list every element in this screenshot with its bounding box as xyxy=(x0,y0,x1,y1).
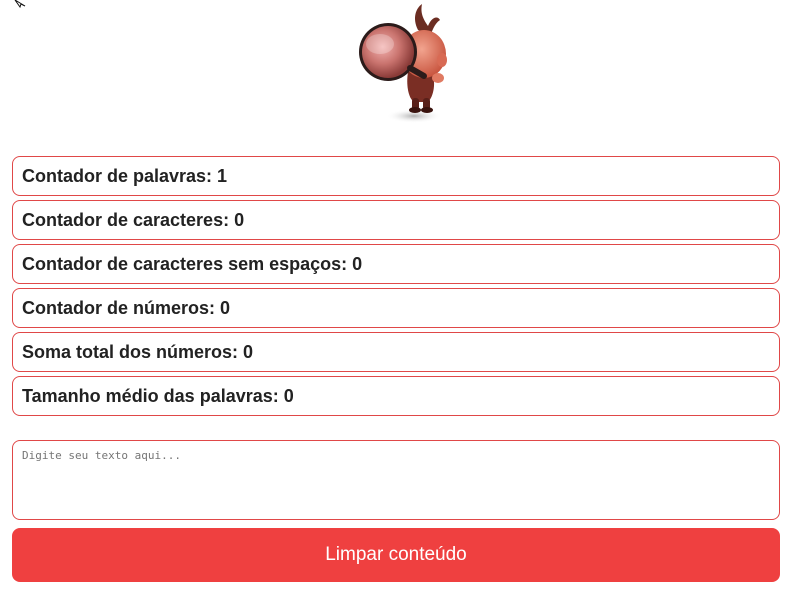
number-sum-label: Soma total dos números: 0 xyxy=(22,341,254,362)
clear-content-button[interactable]: Limpar conteúdo xyxy=(12,528,780,582)
number-sum-row: Soma total dos números: 0 xyxy=(12,332,780,372)
number-count-label: Contador de números: 0 xyxy=(22,297,231,318)
character-count-row: Contador de caracteres: 0 xyxy=(12,200,780,240)
character-count-label: Contador de caracteres: 0 xyxy=(22,209,245,230)
character-no-spaces-count-row: Contador de caracteres sem espaços: 0 xyxy=(12,244,780,284)
word-count-label: Contador de palavras: 1 xyxy=(22,165,228,186)
character-no-spaces-count-label: Contador de caracteres sem espaços: 0 xyxy=(22,253,363,274)
word-count-row: Contador de palavras: 1 xyxy=(12,156,780,196)
mouse-pointer-icon xyxy=(14,0,26,8)
magnifying-glass-mascot-icon xyxy=(359,4,447,123)
average-word-length-label: Tamanho médio das palavras: 0 xyxy=(22,385,294,406)
text-input[interactable] xyxy=(12,440,780,520)
stats-panel: Contador de palavras: 1 Contador de cara… xyxy=(12,156,780,420)
number-count-row: Contador de números: 0 xyxy=(12,288,780,328)
average-word-length-row: Tamanho médio das palavras: 0 xyxy=(12,376,780,416)
